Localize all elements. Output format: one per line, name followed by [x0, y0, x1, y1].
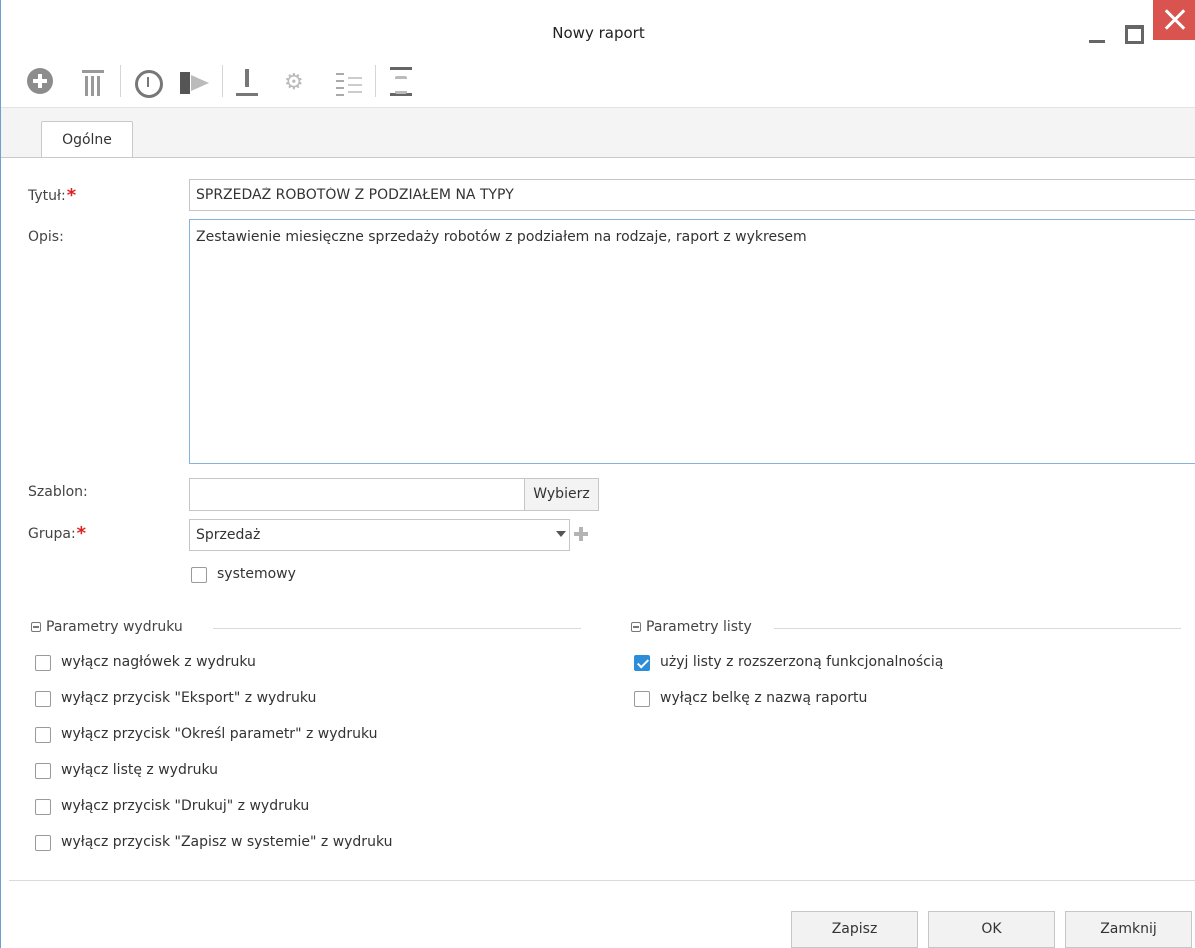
tab-divider [1, 157, 1195, 158]
megaphone-icon[interactable] [177, 69, 211, 97]
download-icon[interactable] [234, 67, 260, 97]
required-mark: * [76, 523, 87, 544]
choose-template-button[interactable]: Wybierz [524, 478, 599, 511]
group-label-text: Grupa: [28, 526, 76, 542]
alarm-clock-icon[interactable] [133, 66, 163, 98]
description-textarea[interactable]: Zestawienie miesięczne sprzedaży robotów… [189, 219, 1195, 464]
template-input[interactable] [189, 478, 525, 511]
hourglass-icon[interactable] [387, 66, 417, 98]
gears-icon[interactable]: ⚙ [284, 69, 314, 97]
title-label: Tytuł:* [28, 187, 76, 205]
ok-button[interactable]: OK [928, 911, 1055, 948]
save-button[interactable]: Zapisz [791, 911, 918, 948]
system-checkbox-label: systemowy [217, 566, 296, 582]
list-params-header[interactable]: Parametry listy [631, 619, 752, 635]
disable-title-bar-label: wyłącz belkę z nazwą raportu [660, 690, 868, 706]
section-rule [213, 628, 581, 629]
window-title: Nowy raport [552, 24, 645, 42]
disable-print-label: wyłącz przycisk "Drukuj" z wydruku [61, 798, 310, 814]
add-circle-icon[interactable] [27, 68, 53, 94]
print-params-header[interactable]: Parametry wydruku [31, 619, 183, 635]
disable-param-checkbox[interactable] [35, 727, 51, 743]
close-window-button[interactable] [1153, 0, 1195, 40]
title-label-text: Tytuł: [28, 188, 66, 204]
disable-param-label: wyłącz przycisk "Określ parametr" z wydr… [61, 726, 378, 742]
disable-title-bar-checkbox[interactable] [634, 691, 650, 707]
template-label: Szablon: [28, 484, 88, 500]
toolbar: ⚙ [1, 63, 1195, 107]
tab-general[interactable]: Ogólne [41, 121, 133, 157]
report-dialog: Nowy raport ⚙ Ogólne Tytuł:* Opis: Zesta… [0, 0, 1195, 948]
group-label: Grupa:* [28, 525, 86, 543]
list-params-title: Parametry listy [646, 619, 752, 635]
disable-header-label: wyłącz nagłówek z wydruku [61, 654, 256, 670]
tab-strip [1, 107, 1195, 158]
trash-icon[interactable] [81, 69, 105, 97]
extended-list-checkbox[interactable] [634, 655, 650, 671]
disable-header-checkbox[interactable] [35, 655, 51, 671]
print-params-title: Parametry wydruku [46, 619, 183, 635]
group-select[interactable]: Sprzedaż [189, 519, 570, 551]
title-bar: Nowy raport [1, 0, 1195, 63]
maximize-button[interactable] [1116, 0, 1152, 60]
toolbar-separator [375, 65, 376, 97]
toolbar-separator [120, 65, 121, 97]
disable-list-label: wyłącz listę z wydruku [61, 762, 219, 778]
disable-save-label: wyłącz przycisk "Zapisz w systemie" z wy… [61, 834, 393, 850]
toolbar-separator [222, 65, 223, 97]
footer-divider [9, 880, 1195, 881]
disable-export-label: wyłącz przycisk "Eksport" z wydruku [61, 690, 317, 706]
description-label: Opis: [28, 229, 64, 245]
section-rule [774, 628, 1181, 629]
disable-print-checkbox[interactable] [35, 799, 51, 815]
system-checkbox[interactable] [191, 567, 207, 583]
collapse-icon[interactable] [31, 622, 41, 632]
disable-export-checkbox[interactable] [35, 691, 51, 707]
disable-save-checkbox[interactable] [35, 835, 51, 851]
add-group-icon[interactable] [573, 526, 589, 542]
collapse-icon[interactable] [631, 622, 641, 632]
close-button[interactable]: Zamknij [1065, 911, 1192, 948]
title-input[interactable] [189, 179, 1195, 211]
required-mark: * [66, 185, 77, 206]
list-icon[interactable] [334, 69, 364, 97]
extended-list-label: użyj listy z rozszerzoną funkcjonalności… [660, 654, 944, 670]
minimize-button[interactable] [1081, 0, 1111, 60]
chevron-down-icon[interactable] [556, 531, 566, 537]
disable-list-checkbox[interactable] [35, 763, 51, 779]
